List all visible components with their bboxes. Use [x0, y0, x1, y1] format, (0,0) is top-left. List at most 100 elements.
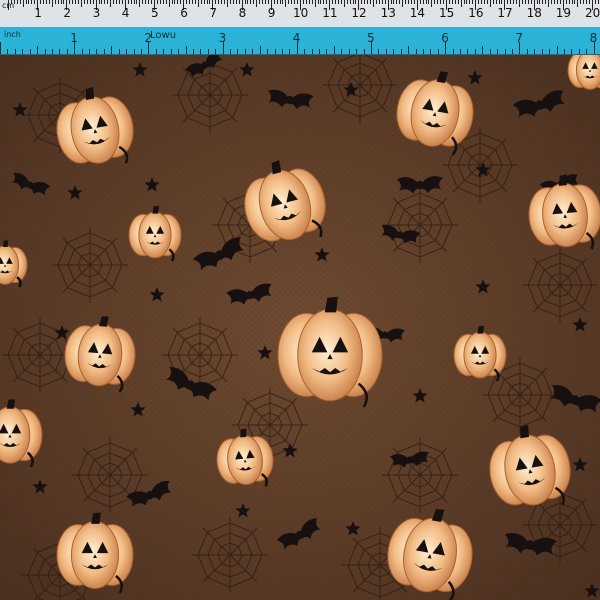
ruler-tick: [191, 0, 193, 4]
ruler-inch-tick: [252, 49, 254, 54]
ruler-tick: [481, 0, 483, 4]
ruler-tick: [536, 0, 538, 4]
ruler-cm-number: 18: [526, 6, 542, 20]
ruler-tick: [399, 0, 401, 4]
ruler-tick: [519, 0, 520, 7]
ruler-inch-number: 7: [515, 31, 524, 45]
ruler-tick: [346, 0, 348, 4]
ruler-tick: [34, 0, 36, 4]
ruler-tick: [247, 0, 249, 4]
ruler-inch-tick: [571, 49, 573, 54]
ruler-inch-tick: [14, 49, 16, 54]
ruler-tick: [507, 0, 509, 4]
ruler-tick: [45, 0, 47, 4]
ruler-tick: [139, 0, 141, 7]
ruler-inch-tick: [207, 49, 209, 54]
ruler-inch-tick: [170, 49, 172, 54]
ruler-inch-tick: [51, 49, 53, 54]
ruler-tick: [577, 0, 579, 7]
ruler-tick: [381, 0, 383, 4]
ruler-tick: [457, 0, 459, 4]
ruler-tick: [413, 0, 415, 4]
ruler-inch-tick: [482, 46, 484, 54]
ruler-tick: [235, 0, 237, 4]
ruler-cm-number: 6: [180, 6, 188, 20]
ruler-tick: [586, 0, 588, 4]
ruler-tick: [127, 0, 129, 4]
ruler-tick: [466, 0, 468, 4]
ruler-tick: [422, 0, 424, 4]
ruler-cm-number: 2: [63, 6, 72, 20]
ruler-cm-number: 12: [351, 6, 367, 20]
ruler-tick: [291, 0, 293, 4]
ruler-inch-tick: [578, 49, 580, 54]
ruler-inch-tick: [400, 49, 402, 54]
ruler-tick: [273, 0, 275, 4]
ruler-tick: [13, 0, 15, 4]
ruler-inch-tick: [22, 49, 24, 54]
ruler-tick: [384, 0, 386, 4]
ruler-inch-tick: [511, 49, 513, 54]
ruler-cm-number: 3: [92, 6, 101, 20]
ruler-tick: [302, 0, 304, 4]
ruler-inch-tick: [267, 49, 269, 54]
ruler-tick: [227, 0, 228, 7]
ruler-inch-tick: [89, 49, 91, 54]
ruler-tick: [218, 0, 220, 4]
ruler-inch-tick: [393, 49, 395, 54]
ruler-inch-tick: [474, 49, 476, 54]
ruler-tick: [98, 0, 100, 4]
ruler-tick: [116, 0, 118, 4]
ruler-tick: [408, 0, 410, 4]
spider-web: [382, 437, 458, 513]
ruler-tick: [69, 0, 71, 4]
spider-web: [52, 227, 128, 303]
ruler-tick: [454, 0, 456, 4]
ruler-inch-tick: [29, 49, 31, 54]
ruler-tick: [229, 0, 231, 4]
ruler-cm-number: 13: [380, 6, 396, 20]
ruler-inch-tick: [534, 49, 536, 54]
ruler-inch-tick: [230, 49, 232, 54]
ruler-tick: [495, 0, 497, 4]
ruler-tick: [40, 0, 42, 4]
ruler-tick: [460, 0, 462, 7]
ruler-tick: [554, 0, 556, 4]
ruler-tick: [393, 0, 395, 4]
ruler-cm-number: 20: [585, 6, 600, 20]
ruler-inch-tick: [319, 49, 321, 54]
ruler-tick: [148, 0, 150, 4]
ruler-inch-tick: [133, 49, 135, 54]
ruler-inch-number: 4: [292, 31, 301, 45]
ruler-tick: [513, 0, 515, 4]
ruler-tick: [180, 0, 182, 4]
ruler-inch-scale: inch Lowu 1 2 3 4 5 6 7 8: [0, 27, 600, 55]
ruler-tick: [335, 0, 337, 4]
ruler-inch-tick: [586, 49, 588, 54]
ruler-tick: [156, 0, 158, 4]
ruler-inch-tick: [178, 49, 180, 54]
ruler-tick: [314, 0, 316, 7]
ruler-tick: [130, 0, 132, 4]
ruler-inch-tick: [281, 49, 283, 54]
ruler-tick: [81, 0, 82, 7]
ruler-inch-tick: [155, 49, 157, 54]
ruler-tick: [443, 0, 445, 4]
ruler-tick: [337, 0, 339, 4]
ruler-tick: [232, 0, 234, 4]
ruler-tick: [250, 0, 252, 4]
ruler-inch-tick: [526, 49, 528, 54]
ruler-inch-tick: [489, 49, 491, 54]
ruler-tick: [583, 0, 585, 4]
ruler-tick: [177, 0, 179, 4]
inch-unit-label: inch: [4, 30, 21, 39]
ruler-inch-number: 5: [367, 31, 375, 45]
ruler-inch-tick: [363, 49, 365, 54]
ruler-tick: [215, 0, 217, 4]
ruler-inch-tick: [215, 49, 217, 54]
ruler-inch-tick: [385, 49, 387, 54]
ruler-inch-tick: [118, 49, 120, 54]
ruler-tick: [425, 0, 427, 4]
ruler-inch-tick: [356, 49, 358, 54]
spider-web: [522, 247, 598, 323]
